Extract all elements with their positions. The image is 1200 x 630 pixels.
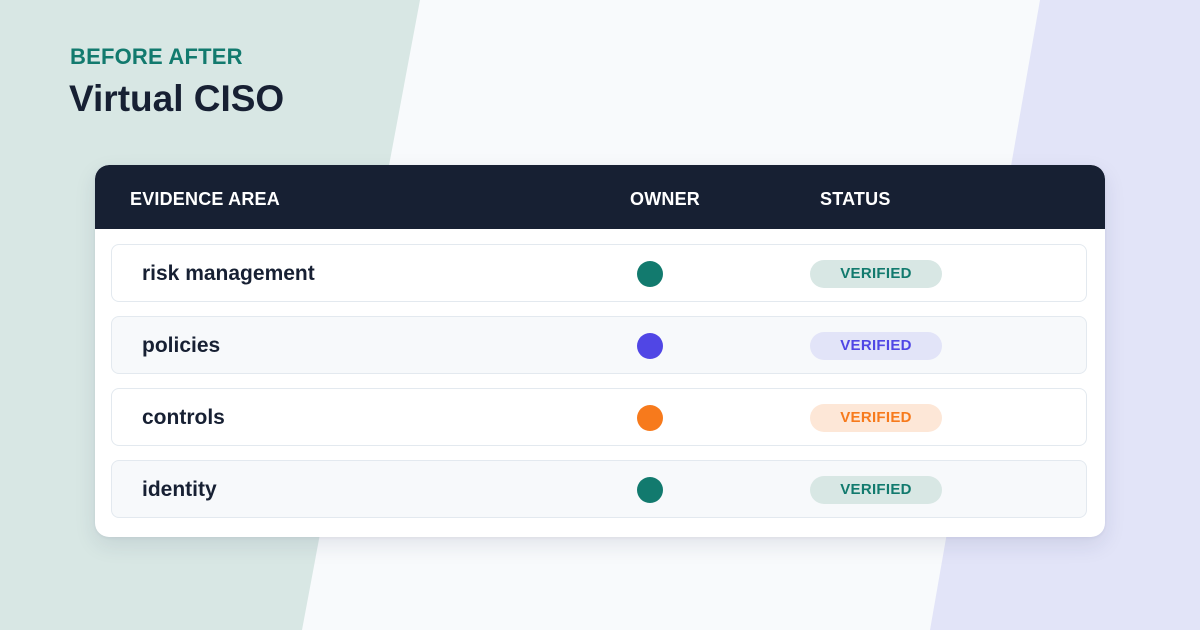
evidence-area-label: risk management (142, 262, 315, 285)
owner-dot (637, 405, 663, 431)
status-badge: VERIFIED (810, 476, 942, 504)
column-header-owner: OWNER (630, 189, 700, 209)
status-badge: VERIFIED (810, 332, 942, 360)
eyebrow-label: BEFORE AFTER (70, 44, 243, 69)
evidence-area-label: policies (142, 334, 221, 357)
table-row[interactable]: controls VERIFIED (111, 388, 1087, 446)
table-header: EVIDENCE AREA OWNER STATUS (95, 165, 1105, 229)
table-row[interactable]: identity VERIFIED (111, 460, 1087, 518)
evidence-area-label: identity (142, 478, 217, 501)
table-row[interactable]: risk management VERIFIED (111, 244, 1087, 302)
table-row[interactable]: policies VERIFIED (111, 316, 1087, 374)
status-badge: VERIFIED (810, 260, 942, 288)
owner-dot (637, 477, 663, 503)
status-badge: VERIFIED (810, 404, 942, 432)
evidence-area-label: controls (142, 406, 225, 429)
owner-dot (637, 333, 663, 359)
owner-dot (637, 261, 663, 287)
evidence-table-card: EVIDENCE AREA OWNER STATUS risk manageme… (95, 165, 1105, 537)
column-header-status: STATUS (820, 189, 891, 209)
column-header-evidence-area: EVIDENCE AREA (130, 189, 280, 209)
page-title: Virtual CISO (69, 78, 285, 119)
